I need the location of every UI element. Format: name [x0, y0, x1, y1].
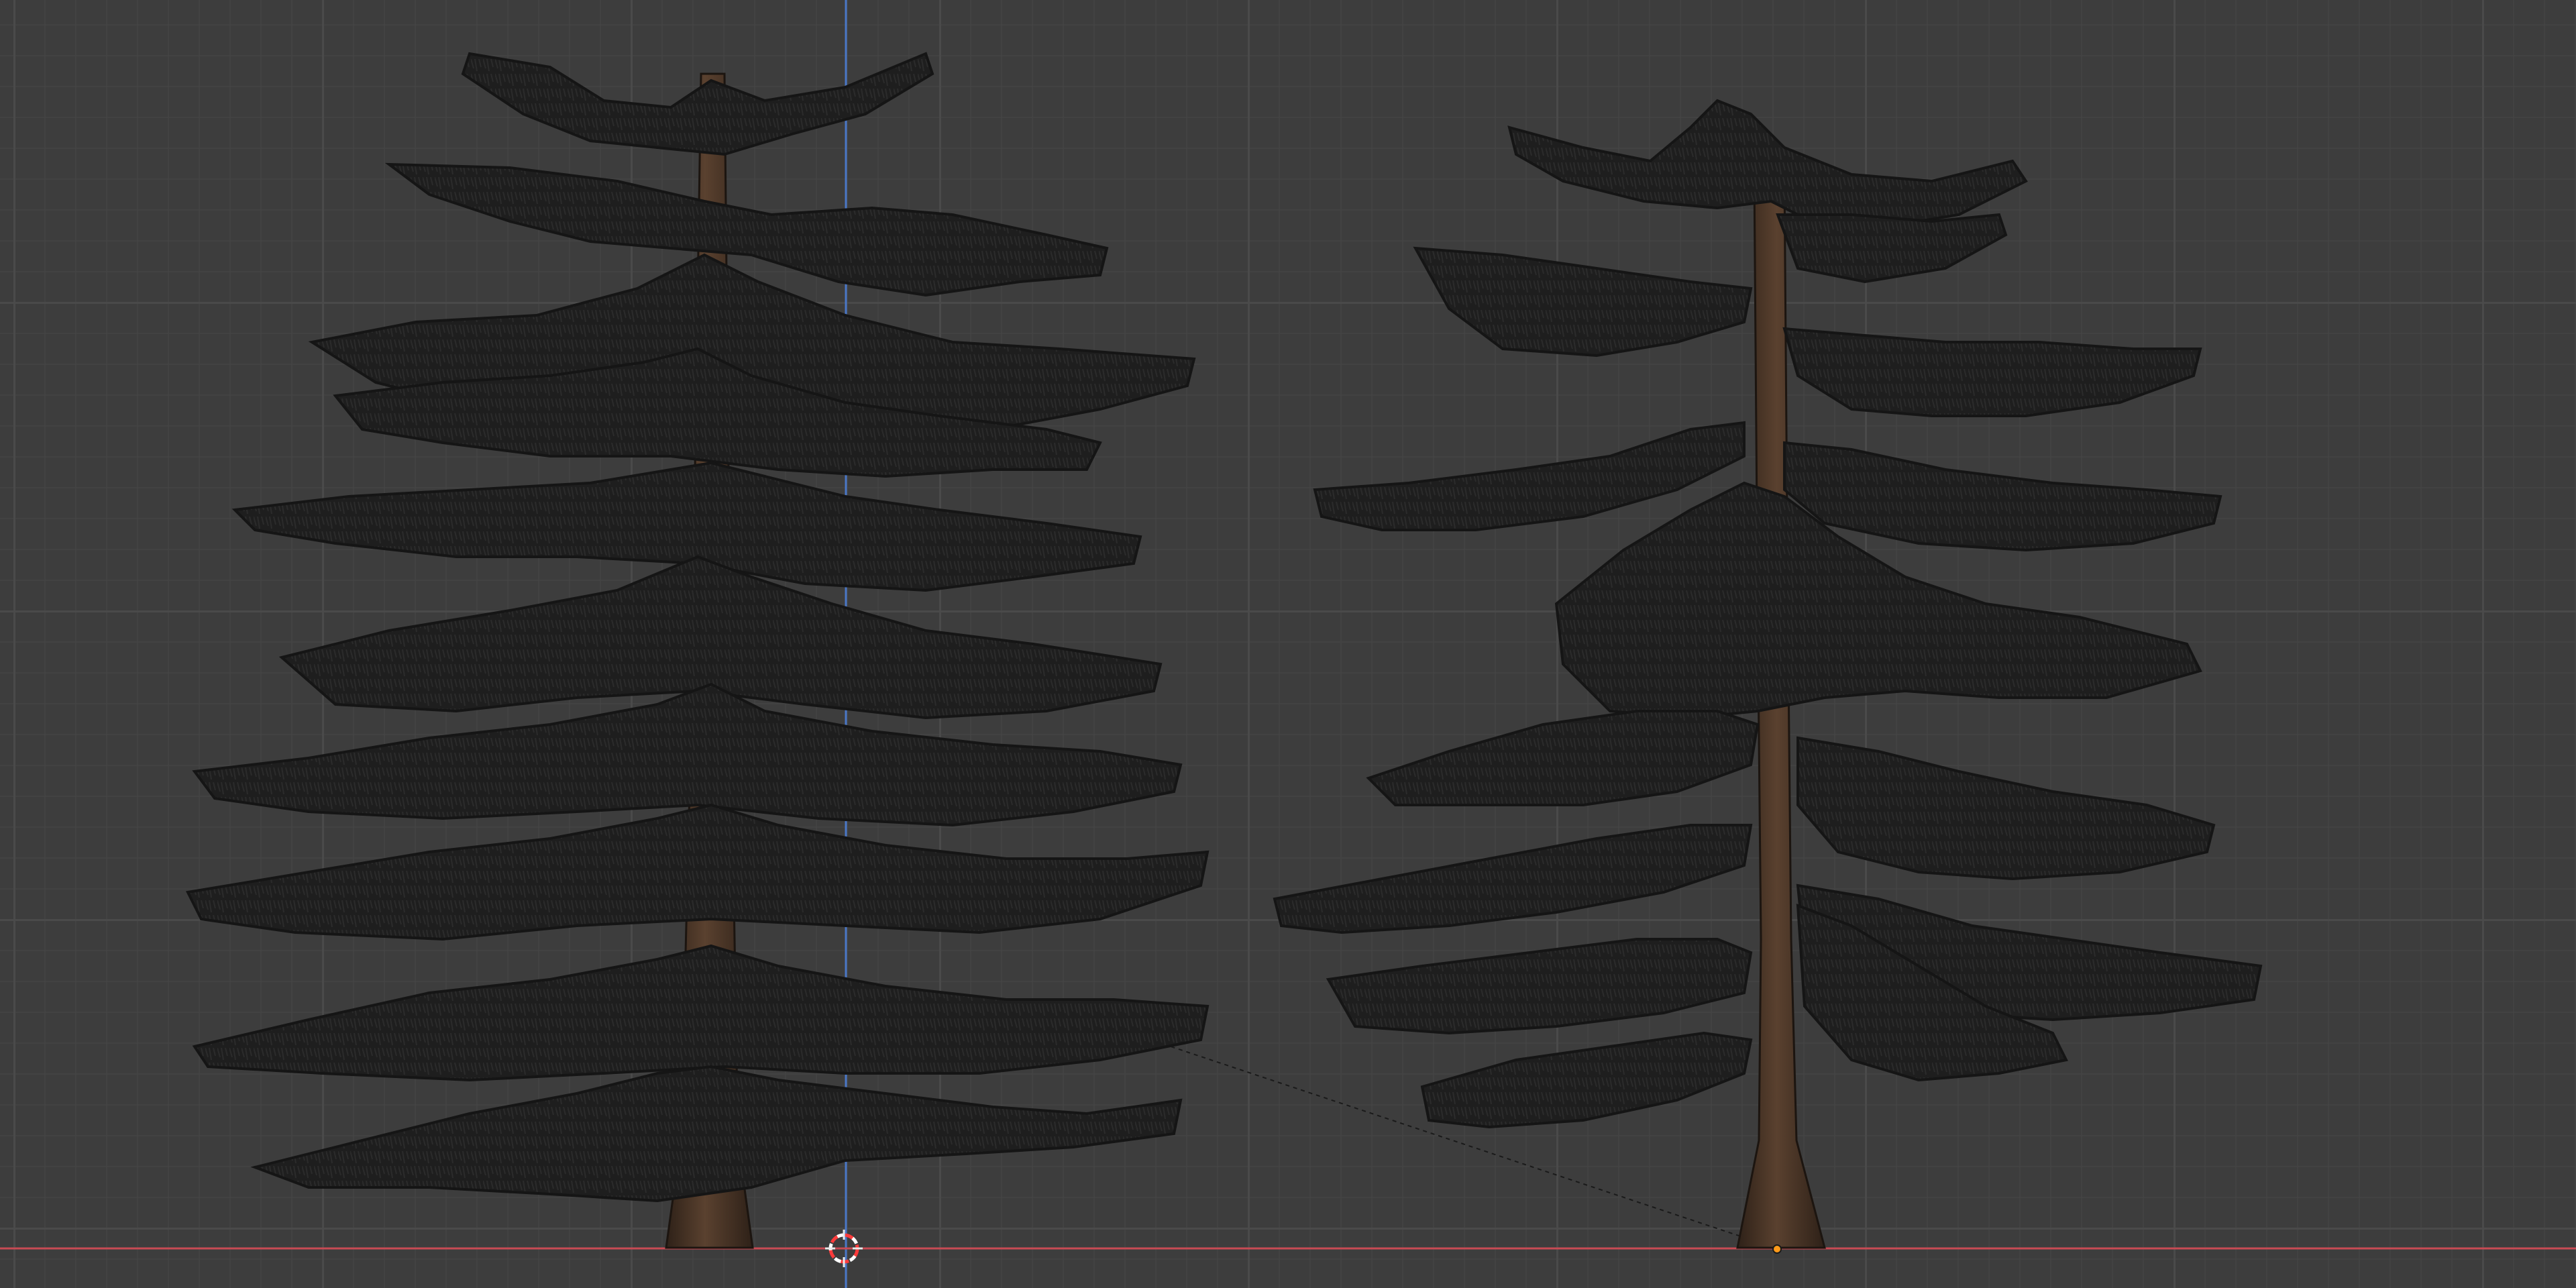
tree-right[interactable]: [1273, 99, 2263, 1249]
tree-left[interactable]: [186, 52, 1210, 1249]
tree-left-foliage: [186, 52, 1210, 1203]
scene-canvas[interactable]: [0, 0, 2576, 1288]
3d-viewport[interactable]: [0, 0, 2576, 1288]
object-origin-marker: [1772, 1244, 1782, 1254]
